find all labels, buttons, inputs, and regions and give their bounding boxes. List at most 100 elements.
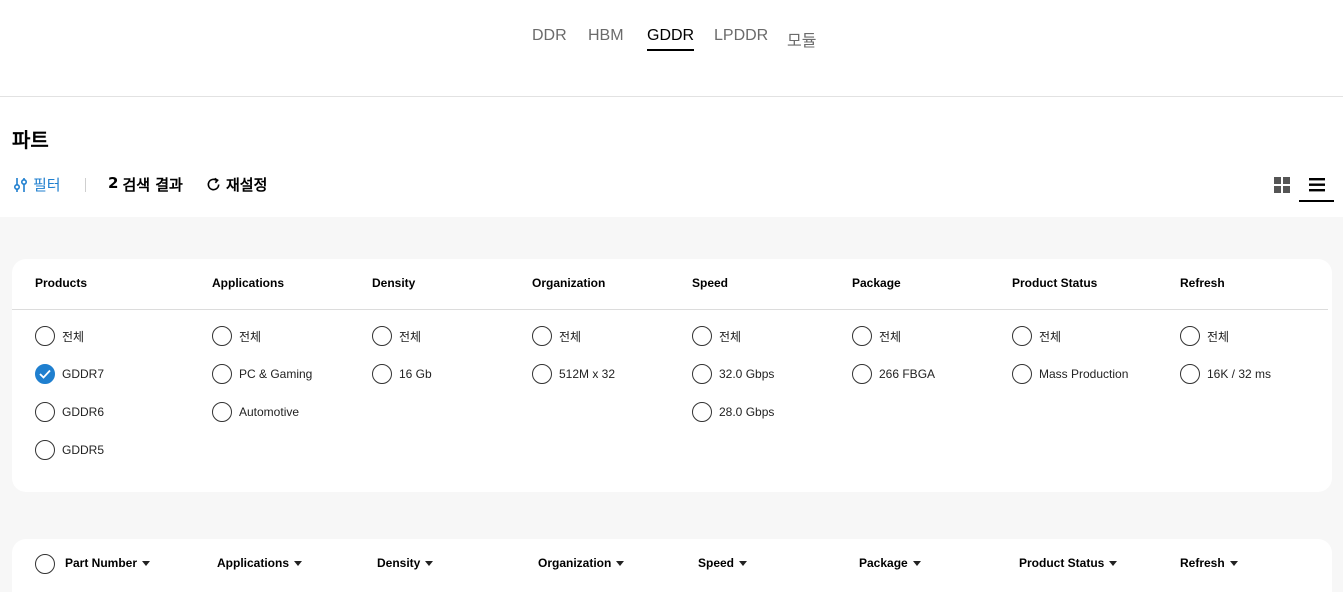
radio-button[interactable] <box>852 326 872 346</box>
radio-button[interactable] <box>35 326 55 346</box>
column-header-label: Package <box>859 556 908 570</box>
package-option-266-fbga[interactable]: 266 FBGA <box>852 364 935 384</box>
column-header-part-number[interactable]: Part Number <box>65 556 151 570</box>
option-label: 전체 <box>559 329 582 344</box>
radio-button[interactable] <box>212 326 232 346</box>
radio-button[interactable] <box>692 402 712 422</box>
radio-button[interactable] <box>1012 326 1032 346</box>
applications-option-all[interactable]: 전체 <box>212 326 261 346</box>
column-header-label: Part Number <box>65 556 138 570</box>
toolbar-divider <box>85 178 86 192</box>
option-label: 16K / 32 ms <box>1207 367 1272 381</box>
density-option-16gb[interactable]: 16 Gb <box>372 364 432 384</box>
option-label: GDDR7 <box>62 367 105 381</box>
filter-title-refresh: Refresh <box>1180 276 1225 290</box>
sort-caret-icon <box>616 560 625 566</box>
product-status-option-mass-production[interactable]: Mass Production <box>1012 364 1128 384</box>
radio-button[interactable] <box>35 440 55 460</box>
option-label: 전체 <box>62 329 85 344</box>
radio-button[interactable] <box>532 326 552 346</box>
organization-option-512m-x-32[interactable]: 512M x 32 <box>532 364 615 384</box>
sort-caret-icon <box>912 560 921 566</box>
radio-button[interactable] <box>212 364 232 384</box>
applications-option-automotive[interactable]: Automotive <box>212 402 299 422</box>
radio-button[interactable] <box>532 364 552 384</box>
radio-button[interactable] <box>852 364 872 384</box>
column-header-refresh[interactable]: Refresh <box>1180 556 1238 570</box>
checkmark-icon <box>39 369 51 379</box>
column-header-product-status[interactable]: Product Status <box>1019 556 1118 570</box>
products-option-gddr6[interactable]: GDDR6 <box>35 402 104 422</box>
tab-gddr[interactable]: GDDR <box>647 27 695 51</box>
radio-button[interactable] <box>212 402 232 422</box>
tab-ddr[interactable]: DDR <box>532 27 567 49</box>
filter-title-density: Density <box>372 276 416 290</box>
option-label: 전체 <box>879 329 902 344</box>
density-option-all[interactable]: 전체 <box>372 326 421 346</box>
filter-header-row: Products Applications Density Organizati… <box>12 259 1328 310</box>
option-label: 28.0 Gbps <box>719 405 775 419</box>
radio-button[interactable] <box>692 326 712 346</box>
products-option-gddr7[interactable]: GDDR7 <box>35 364 104 384</box>
products-option-all[interactable]: 전체 <box>35 326 84 346</box>
column-header-label: Organization <box>538 556 612 570</box>
sort-caret-icon <box>142 560 151 566</box>
speed-option-32gbps[interactable]: 32.0 Gbps <box>692 364 774 384</box>
package-option-all[interactable]: 전체 <box>852 326 901 346</box>
filter-title-applications: Applications <box>212 276 285 290</box>
sort-caret-icon <box>739 560 748 566</box>
result-summary: 2 검색 결과 <box>108 174 183 195</box>
tab-hbm[interactable]: HBM <box>588 27 624 49</box>
filter-button[interactable]: 필터 <box>14 174 61 195</box>
option-label: 512M x 32 <box>559 367 616 381</box>
tab-module[interactable]: 모듈 <box>787 27 816 55</box>
radio-button[interactable] <box>1180 364 1200 384</box>
refresh-icon <box>207 177 220 191</box>
option-label: PC & Gaming <box>239 367 313 381</box>
column-header-label: Applications <box>217 556 290 570</box>
product-status-option-all[interactable]: 전체 <box>1012 326 1061 346</box>
radio-button[interactable] <box>372 326 392 346</box>
radio-button[interactable] <box>692 364 712 384</box>
option-label: 16 Gb <box>399 367 432 381</box>
refresh-option-all[interactable]: 전체 <box>1180 326 1229 346</box>
filter-title-speed: Speed <box>692 276 729 290</box>
column-header-density[interactable]: Density <box>377 556 434 570</box>
column-header-applications[interactable]: Applications <box>217 556 303 570</box>
option-label: Mass Production <box>1039 367 1129 381</box>
grid-icon <box>1274 177 1290 193</box>
column-header-label: Speed <box>698 556 735 570</box>
column-header-package[interactable]: Package <box>859 556 921 570</box>
option-label: GDDR5 <box>62 443 105 457</box>
grid-view-button[interactable] <box>1274 177 1290 197</box>
radio-button[interactable] <box>35 402 55 422</box>
select-all-radio[interactable] <box>35 554 55 574</box>
speed-option-all[interactable]: 전체 <box>692 326 741 346</box>
option-label: 전체 <box>1207 329 1230 344</box>
radio-button[interactable] <box>1012 364 1032 384</box>
sort-caret-icon <box>294 560 303 566</box>
organization-option-all[interactable]: 전체 <box>532 326 581 346</box>
result-label: 검색 결과 <box>122 176 183 194</box>
reset-button[interactable]: 재설정 <box>206 174 267 195</box>
tab-lpddr[interactable]: LPDDR <box>714 27 768 49</box>
applications-option-pc-gaming[interactable]: PC & Gaming <box>212 364 312 384</box>
speed-option-28gbps[interactable]: 28.0 Gbps <box>692 402 774 422</box>
option-label: 전체 <box>719 329 742 344</box>
column-header-speed[interactable]: Speed <box>698 556 748 570</box>
column-header-organization[interactable]: Organization <box>538 556 625 570</box>
filter-sliders-icon <box>14 177 28 192</box>
result-count: 2 <box>108 174 119 192</box>
list-view-button[interactable] <box>1299 170 1334 202</box>
option-label: 전체 <box>399 329 422 344</box>
filter-title-products: Products <box>35 276 88 290</box>
option-label: 266 FBGA <box>879 367 936 381</box>
radio-button[interactable] <box>372 364 392 384</box>
products-option-gddr5[interactable]: GDDR5 <box>35 440 104 460</box>
list-icon <box>1309 178 1325 192</box>
toolbar: 필터 2 검색 결과 재설정 <box>0 170 1343 206</box>
refresh-option-16k-32ms[interactable]: 16K / 32 ms <box>1180 364 1271 384</box>
results-table-header: Part Number Applications Density Organiz… <box>12 539 1332 592</box>
radio-button[interactable] <box>1180 326 1200 346</box>
radio-button-checked[interactable] <box>35 364 55 384</box>
